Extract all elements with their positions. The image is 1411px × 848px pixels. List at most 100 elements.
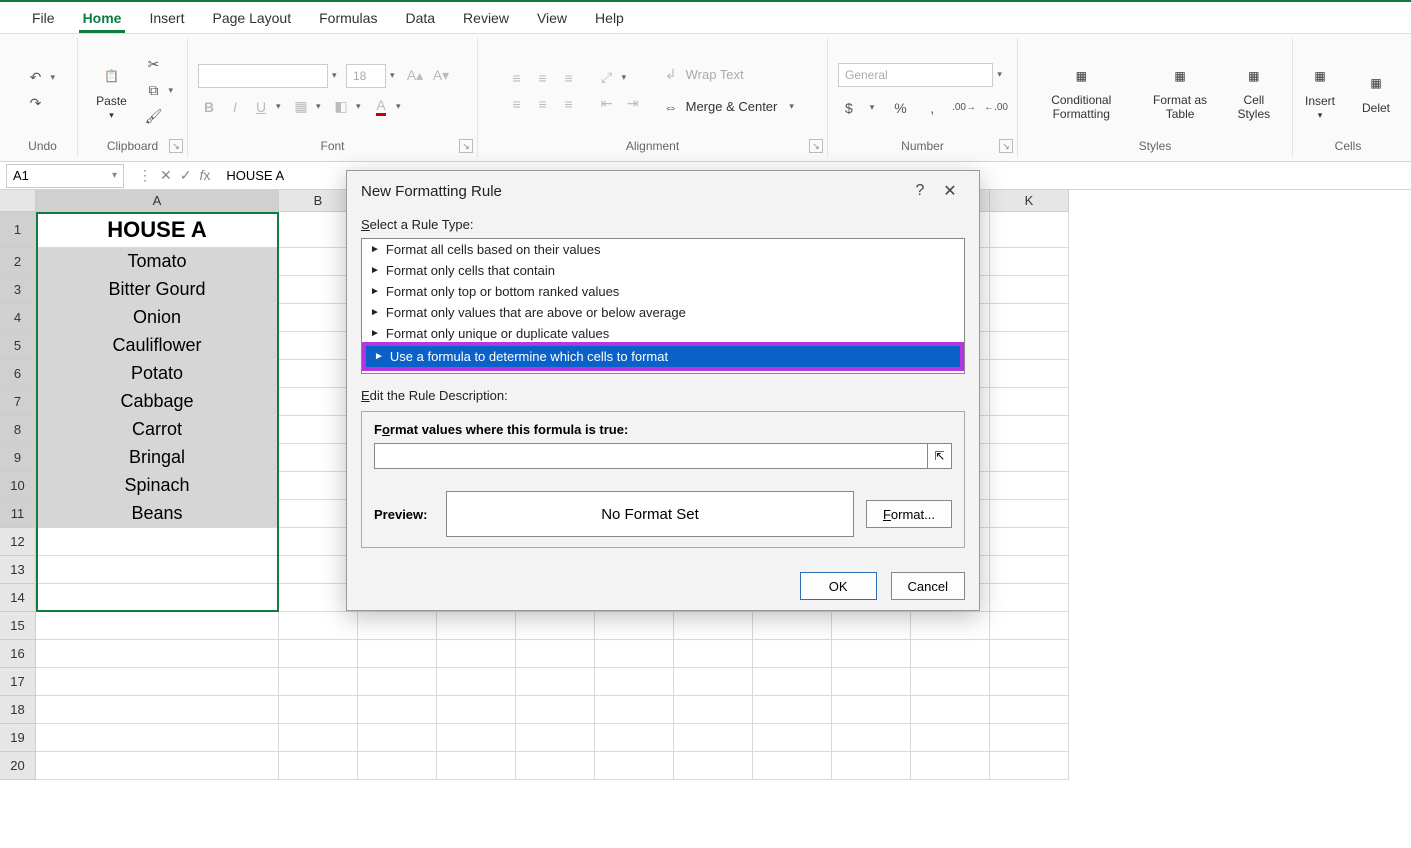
undo-icon[interactable]: ↶ xyxy=(25,67,47,89)
tab-formulas[interactable]: Formulas xyxy=(305,4,391,32)
cell[interactable] xyxy=(595,668,674,696)
row-header[interactable]: 18 xyxy=(0,696,36,724)
decrease-font-icon[interactable]: A▾ xyxy=(430,65,452,87)
font-name-box[interactable] xyxy=(198,64,328,88)
rule-type-list[interactable]: ►Format all cells based on their values … xyxy=(361,238,965,374)
cell[interactable] xyxy=(990,584,1069,612)
cell[interactable]: Bringal xyxy=(36,444,279,472)
row-header[interactable]: 14 xyxy=(0,584,36,612)
tab-file[interactable]: File xyxy=(18,4,69,32)
cell[interactable] xyxy=(516,612,595,640)
cell[interactable]: Spinach xyxy=(36,472,279,500)
cell[interactable] xyxy=(595,724,674,752)
cell[interactable] xyxy=(911,724,990,752)
cell[interactable] xyxy=(911,696,990,724)
row-header[interactable]: 11 xyxy=(0,500,36,528)
cut-icon[interactable]: ✂ xyxy=(143,54,165,76)
cell[interactable] xyxy=(990,640,1069,668)
cell[interactable] xyxy=(753,724,832,752)
row-header[interactable]: 17 xyxy=(0,668,36,696)
cell[interactable] xyxy=(753,696,832,724)
align-bottom-icon[interactable]: ≡ xyxy=(558,67,580,89)
cell[interactable]: Carrot xyxy=(36,416,279,444)
row-header[interactable]: 4 xyxy=(0,304,36,332)
cell[interactable] xyxy=(911,752,990,780)
rule-option[interactable]: ►Format only unique or duplicate values xyxy=(362,323,964,344)
cell[interactable] xyxy=(358,696,437,724)
row-header[interactable]: 16 xyxy=(0,640,36,668)
align-top-icon[interactable]: ≡ xyxy=(506,67,528,89)
fb-enter-icon[interactable]: ✓ xyxy=(180,167,192,184)
col-header-a[interactable]: A xyxy=(36,190,279,212)
cell[interactable] xyxy=(279,612,358,640)
select-all-corner[interactable] xyxy=(0,190,36,212)
clipboard-launcher[interactable]: ↘ xyxy=(169,139,183,153)
cell[interactable] xyxy=(437,668,516,696)
cancel-button[interactable]: Cancel xyxy=(891,572,965,600)
cell[interactable] xyxy=(990,556,1069,584)
ok-button[interactable]: OK xyxy=(800,572,877,600)
percent-icon[interactable]: % xyxy=(890,97,912,119)
row-header[interactable]: 12 xyxy=(0,528,36,556)
border-button[interactable]: ▦ xyxy=(290,96,312,118)
cell-styles-button[interactable]: ▦ Cell Styles xyxy=(1226,58,1282,122)
cell[interactable] xyxy=(516,640,595,668)
cell[interactable] xyxy=(595,696,674,724)
cell[interactable] xyxy=(437,752,516,780)
cell[interactable] xyxy=(990,612,1069,640)
cell[interactable] xyxy=(36,612,279,640)
cell[interactable] xyxy=(832,752,911,780)
cell[interactable] xyxy=(36,696,279,724)
cell[interactable] xyxy=(674,696,753,724)
row-header[interactable]: 8 xyxy=(0,416,36,444)
format-painter-icon[interactable]: 🖌 xyxy=(143,106,165,128)
rule-option[interactable]: ►Format only values that are above or be… xyxy=(362,302,964,323)
cell[interactable] xyxy=(516,752,595,780)
increase-indent-icon[interactable]: ⇥ xyxy=(622,93,644,115)
copy-icon[interactable]: ⧉ xyxy=(143,80,165,102)
tab-view[interactable]: View xyxy=(523,4,581,32)
cell[interactable] xyxy=(516,696,595,724)
insert-cells-button[interactable]: ▦ Insert▾ xyxy=(1295,58,1345,123)
wrap-text-button[interactable]: ↲Wrap Text xyxy=(660,64,800,86)
row-header[interactable]: 20 xyxy=(0,752,36,780)
cell[interactable]: HOUSE A xyxy=(36,212,279,248)
cell[interactable] xyxy=(674,752,753,780)
cell[interactable] xyxy=(36,640,279,668)
cell[interactable] xyxy=(516,724,595,752)
cell[interactable] xyxy=(279,668,358,696)
help-icon[interactable]: ? xyxy=(905,182,935,200)
cell[interactable] xyxy=(674,640,753,668)
cell[interactable] xyxy=(990,212,1069,248)
cell[interactable] xyxy=(753,612,832,640)
cell[interactable] xyxy=(279,724,358,752)
delete-cells-button[interactable]: ▦ Delet xyxy=(1351,65,1401,117)
cell[interactable]: Tomato xyxy=(36,248,279,276)
cell[interactable] xyxy=(36,528,279,556)
cell[interactable] xyxy=(911,668,990,696)
paste-button[interactable]: 📋 Paste ▾ xyxy=(87,58,137,123)
cell[interactable] xyxy=(674,724,753,752)
fb-cancel-icon[interactable]: ✕ xyxy=(160,167,172,184)
rule-option[interactable]: ►Format only cells that contain xyxy=(362,260,964,281)
cell[interactable] xyxy=(437,640,516,668)
row-header[interactable]: 3 xyxy=(0,276,36,304)
cell[interactable] xyxy=(36,668,279,696)
decrease-decimal-icon[interactable]: ←.00 xyxy=(985,97,1007,119)
row-header[interactable]: 19 xyxy=(0,724,36,752)
cell[interactable] xyxy=(36,584,279,612)
cell[interactable] xyxy=(990,332,1069,360)
format-button[interactable]: Format... xyxy=(866,500,952,528)
fill-color-button[interactable]: ◧ xyxy=(330,96,352,118)
number-format-box[interactable]: General xyxy=(838,63,993,87)
cell[interactable] xyxy=(437,724,516,752)
cell[interactable] xyxy=(358,724,437,752)
tab-insert[interactable]: Insert xyxy=(135,4,198,32)
cell[interactable] xyxy=(437,696,516,724)
fb-expand-icon[interactable]: ⋮ xyxy=(138,167,152,184)
range-picker-icon[interactable]: ⇱ xyxy=(928,443,952,469)
formula-input[interactable]: HOUSE A xyxy=(218,168,298,183)
cell[interactable] xyxy=(990,500,1069,528)
cell[interactable] xyxy=(990,696,1069,724)
cell[interactable] xyxy=(358,612,437,640)
